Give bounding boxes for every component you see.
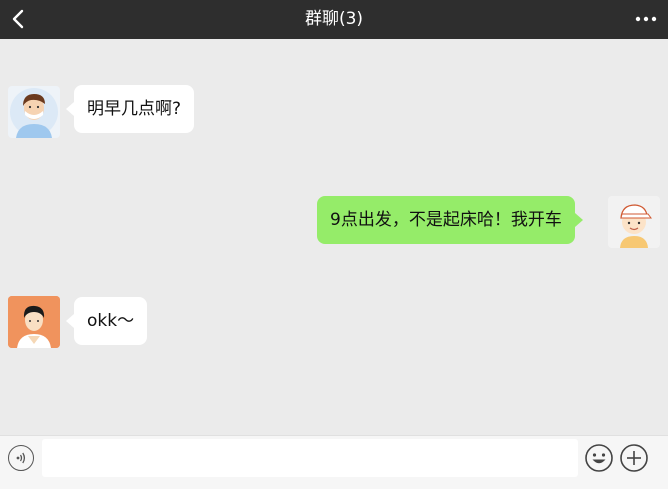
emoji-icon[interactable] [584, 443, 614, 473]
top-bar: 群聊(3) [0, 0, 668, 39]
avatar-orange-man[interactable] [8, 296, 60, 348]
message-bubble[interactable]: 9点出发，不是起床哈！我开车 [317, 196, 583, 244]
message-input[interactable] [42, 439, 578, 477]
input-bar [0, 435, 668, 489]
avatar-cap-boy[interactable] [608, 196, 660, 248]
avatar-masked-man[interactable] [8, 86, 60, 138]
chat-area[interactable]: 明早几点啊? 9点出发，不是起床哈！我开车 okk～ [0, 39, 668, 435]
voice-icon[interactable] [8, 445, 34, 471]
plus-icon[interactable] [619, 443, 649, 473]
message-bubble[interactable]: 明早几点啊? [65, 85, 195, 133]
message-bubble[interactable]: okk～ [65, 297, 148, 345]
chat-title: 群聊(3) [304, 9, 364, 29]
more-dots-icon[interactable] [630, 6, 662, 32]
